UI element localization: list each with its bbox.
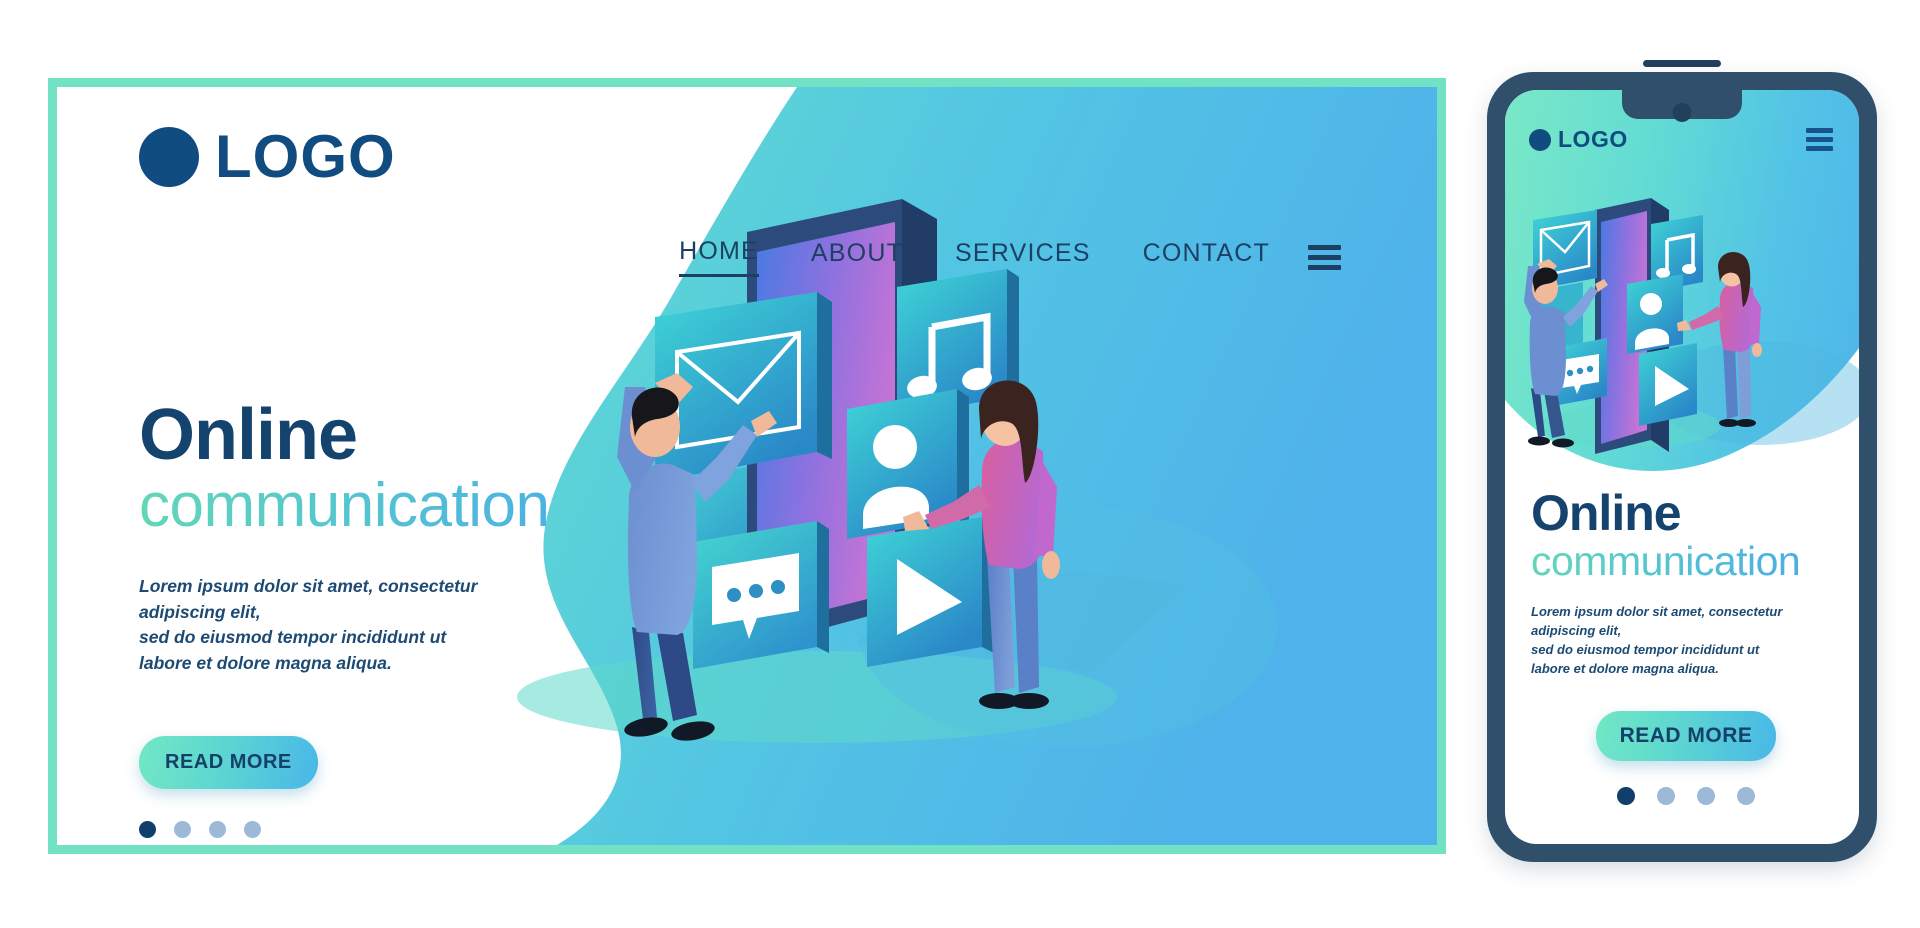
hero-text-column: LOGO Online communication Lorem ipsum do… bbox=[139, 127, 659, 838]
mobile-body-copy: Lorem ipsum dolor sit amet, consectetur … bbox=[1531, 603, 1841, 678]
mobile-carousel-dot-1[interactable] bbox=[1617, 786, 1635, 805]
mobile-headline-line-2: communication bbox=[1531, 538, 1841, 585]
main-navigation: HOME ABOUT SERVICES CONTACT bbox=[679, 237, 1341, 277]
mobile-hamburger-menu-icon[interactable] bbox=[1806, 128, 1833, 151]
circle-dot-icon bbox=[139, 127, 199, 187]
body-line: sed do eiusmod tempor incididunt ut bbox=[139, 627, 447, 648]
mobile-carousel-dots bbox=[1531, 786, 1841, 805]
phone-speaker bbox=[1643, 60, 1721, 67]
mobile-carousel-dot-3[interactable] bbox=[1697, 786, 1715, 805]
read-more-button[interactable]: READ MORE bbox=[139, 735, 318, 789]
mobile-read-more-button[interactable]: READ MORE bbox=[1595, 710, 1777, 761]
body-line: labore et dolore magna aliqua. bbox=[139, 652, 392, 673]
front-camera-icon bbox=[1672, 103, 1692, 122]
illustration-chat-card bbox=[693, 521, 829, 669]
mobile-hero-text: Online communication Lorem ipsum dolor s… bbox=[1531, 488, 1841, 805]
mobile-logo-text: LOGO bbox=[1558, 126, 1628, 152]
nav-item-contact[interactable]: CONTACT bbox=[1143, 239, 1270, 276]
mobile-logo[interactable]: LOGO bbox=[1529, 126, 1628, 153]
mobile-headline-line-1: Online bbox=[1531, 485, 1682, 541]
nav-item-services[interactable]: SERVICES bbox=[955, 239, 1091, 276]
headline-line-1: Online bbox=[139, 395, 358, 475]
desktop-viewport: LOGO Online communication Lorem ipsum do… bbox=[57, 87, 1437, 845]
mobile-viewport: LOGO Online communication Lorem ipsum do… bbox=[1505, 90, 1859, 844]
mobile-cta-wrapper: READ MORE bbox=[1531, 710, 1841, 761]
illustration-play-card bbox=[867, 517, 994, 667]
logo[interactable]: LOGO bbox=[139, 127, 659, 187]
headline-line-2: communication bbox=[139, 471, 659, 540]
phone-notch bbox=[1622, 90, 1742, 122]
carousel-dot-4[interactable] bbox=[244, 820, 261, 838]
mobile-mockup: LOGO Online communication Lorem ipsum do… bbox=[1487, 60, 1877, 862]
circle-dot-icon bbox=[1529, 128, 1551, 151]
landing-page-mockup-canvas: LOGO Online communication Lorem ipsum do… bbox=[0, 0, 1920, 928]
carousel-dots bbox=[139, 820, 659, 838]
nav-item-home[interactable]: HOME bbox=[679, 237, 759, 277]
nav-item-about[interactable]: ABOUT bbox=[811, 239, 903, 276]
carousel-dot-2[interactable] bbox=[174, 820, 191, 838]
body-line: Lorem ipsum dolor sit amet, consectetur … bbox=[139, 576, 478, 622]
logo-text: LOGO bbox=[215, 123, 396, 190]
mobile-body-line: Lorem ipsum dolor sit amet, consectetur … bbox=[1531, 604, 1783, 638]
page-title: Online communication bbox=[139, 399, 659, 540]
desktop-mockup: LOGO Online communication Lorem ipsum do… bbox=[48, 78, 1446, 854]
mobile-carousel-dot-4[interactable] bbox=[1737, 786, 1755, 805]
mobile-body-line: sed do eiusmod tempor incididunt ut bbox=[1531, 641, 1760, 657]
hero-body-copy: Lorem ipsum dolor sit amet, consectetur … bbox=[139, 574, 499, 676]
mobile-illustration bbox=[1524, 198, 1859, 454]
carousel-dot-1[interactable] bbox=[139, 820, 156, 838]
carousel-dot-3[interactable] bbox=[209, 820, 226, 838]
mobile-body-line: labore et dolore magna aliqua. bbox=[1531, 660, 1719, 676]
mobile-carousel-dot-2[interactable] bbox=[1657, 786, 1675, 805]
hamburger-menu-icon[interactable] bbox=[1308, 244, 1341, 270]
